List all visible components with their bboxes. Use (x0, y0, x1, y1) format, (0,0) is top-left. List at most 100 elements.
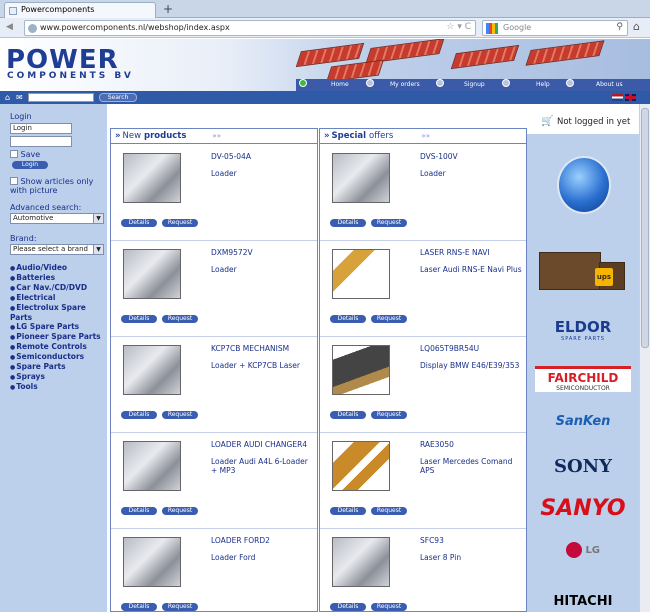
eldor-logo[interactable]: ELDOR SPARE PARTS (535, 318, 631, 342)
category-car-nav[interactable]: Car Nav./CD/DVD (10, 283, 107, 293)
bookmark-star-icon[interactable]: ☆ ▾ C (446, 22, 471, 32)
quick-search-input[interactable] (28, 93, 94, 102)
english-flag-icon[interactable] (625, 94, 636, 101)
home-icon[interactable]: ⌂ (5, 93, 10, 102)
product-image[interactable] (332, 153, 390, 203)
request-button[interactable]: Request (371, 507, 407, 515)
login-button[interactable]: Login (12, 161, 48, 169)
product-row: LOADER AUDI CHANGER4 Loader Audi A4L 6-L… (111, 433, 317, 529)
request-button[interactable]: Request (371, 315, 407, 323)
back-icon[interactable]: ◀ (6, 22, 13, 32)
product-name[interactable]: RAE3050 (420, 440, 454, 449)
details-button[interactable]: Details (330, 411, 366, 419)
sanyo-logo[interactable]: SANYO (535, 496, 631, 521)
product-name[interactable]: LOADER AUDI CHANGER4 (211, 440, 307, 449)
advanced-search-select[interactable]: Automotive ▼ (10, 213, 104, 224)
product-name[interactable]: DXM9572V (211, 248, 253, 257)
new-tab-icon[interactable]: + (160, 2, 176, 17)
category-electrolux[interactable]: Electrolux Spare Parts (10, 303, 107, 322)
request-button[interactable]: Request (162, 315, 198, 323)
vertical-scrollbar[interactable] (639, 104, 650, 612)
details-button[interactable]: Details (121, 315, 157, 323)
search-icon[interactable]: ⚲ (616, 22, 623, 32)
category-batteries[interactable]: Batteries (10, 273, 107, 283)
product-image[interactable] (123, 537, 181, 587)
product-description: Loader Ford (211, 553, 256, 562)
save-checkbox[interactable] (10, 150, 18, 158)
home-icon[interactable]: ⌂ (633, 20, 640, 33)
circuit-board-image (450, 44, 520, 70)
lg-logo[interactable]: LG (535, 542, 631, 558)
ups-truck-logo[interactable]: ups (535, 244, 631, 298)
menu-help[interactable]: Help (502, 79, 562, 91)
category-lg[interactable]: LG Spare Parts (10, 322, 107, 332)
category-audio-video[interactable]: Audio/Video (10, 263, 107, 273)
details-button[interactable]: Details (330, 315, 366, 323)
product-name[interactable]: DVS-100V (420, 152, 458, 161)
sanken-logo[interactable]: SanKen (535, 414, 631, 429)
product-image[interactable] (332, 345, 390, 395)
lg-circle-icon (565, 542, 582, 558)
request-button[interactable]: Request (162, 219, 198, 227)
details-button[interactable]: Details (330, 219, 366, 227)
truck-body-icon (539, 252, 601, 290)
picture-only-checkbox[interactable] (10, 177, 18, 185)
special-offers-title-b: offers (369, 131, 394, 141)
request-button[interactable]: Request (371, 411, 407, 419)
product-row: SFC93 Laser 8 Pin Details Request (320, 529, 526, 612)
quick-search-button[interactable]: Search (99, 93, 137, 102)
product-name[interactable]: SFC93 (420, 536, 444, 545)
request-button[interactable]: Request (162, 411, 198, 419)
address-bar[interactable]: www.powercomponents.nl/webshop/index.asp… (24, 20, 476, 36)
product-image[interactable] (123, 249, 181, 299)
product-row: DVS-100V Loader Details Request (320, 145, 526, 241)
product-image[interactable] (332, 249, 390, 299)
menu-home[interactable]: Home (299, 79, 359, 91)
details-button[interactable]: Details (121, 507, 157, 515)
request-button[interactable]: Request (371, 603, 407, 611)
details-button[interactable]: Details (330, 603, 366, 611)
browser-tab[interactable]: Powercomponents (4, 2, 156, 18)
category-semiconductors[interactable]: Semiconductors (10, 352, 107, 362)
product-image[interactable] (332, 537, 390, 587)
globe-logo-icon[interactable] (557, 156, 611, 214)
brand-select[interactable]: Please select a brand ▼ (10, 244, 104, 255)
category-remote-controls[interactable]: Remote Controls (10, 342, 107, 352)
username-input[interactable]: Login (10, 123, 72, 134)
cart-icon[interactable]: 🛒 (541, 116, 553, 127)
product-name[interactable]: KCP7CB MECHANISM (211, 344, 289, 353)
browser-search-input[interactable]: Google ⚲ (482, 20, 628, 36)
request-button[interactable]: Request (162, 603, 198, 611)
hitachi-logo[interactable]: HITACHI (535, 594, 631, 609)
category-pioneer[interactable]: Pioneer Spare Parts (10, 332, 107, 342)
product-name[interactable]: LASER RNS-E NAVI (420, 248, 490, 257)
password-input[interactable] (10, 136, 72, 147)
product-image[interactable] (123, 345, 181, 395)
product-name[interactable]: LQ065T9BR54U (420, 344, 479, 353)
fairchild-logo[interactable]: FAIRCHILD SEMICONDUCTOR (535, 366, 631, 392)
scrollbar-thumb[interactable] (641, 108, 649, 348)
request-button[interactable]: Request (371, 219, 407, 227)
menu-about-us[interactable]: About us (566, 79, 646, 91)
details-button[interactable]: Details (121, 411, 157, 419)
details-button[interactable]: Details (121, 219, 157, 227)
category-electrical[interactable]: Electrical (10, 293, 107, 303)
product-image[interactable] (123, 153, 181, 203)
mail-icon[interactable]: ✉ (16, 93, 23, 102)
product-row: LASER RNS-E NAVI Laser Audi RNS-E Navi P… (320, 241, 526, 337)
product-name[interactable]: DV-05-04A (211, 152, 251, 161)
product-name[interactable]: LOADER FORD2 (211, 536, 270, 545)
details-button[interactable]: Details (330, 507, 366, 515)
sony-logo[interactable]: SONY (535, 456, 631, 477)
request-button[interactable]: Request (162, 507, 198, 515)
dutch-flag-icon[interactable] (612, 94, 623, 101)
product-image[interactable] (123, 441, 181, 491)
login-status-text: Not logged in yet (557, 117, 631, 127)
menu-my-orders[interactable]: My orders (366, 79, 436, 91)
product-image[interactable] (332, 441, 390, 491)
category-tools[interactable]: Tools (10, 382, 107, 392)
menu-signup[interactable]: Signup (436, 79, 500, 91)
category-spare-parts[interactable]: Spare Parts (10, 362, 107, 372)
category-sprays[interactable]: Sprays (10, 372, 107, 382)
details-button[interactable]: Details (121, 603, 157, 611)
